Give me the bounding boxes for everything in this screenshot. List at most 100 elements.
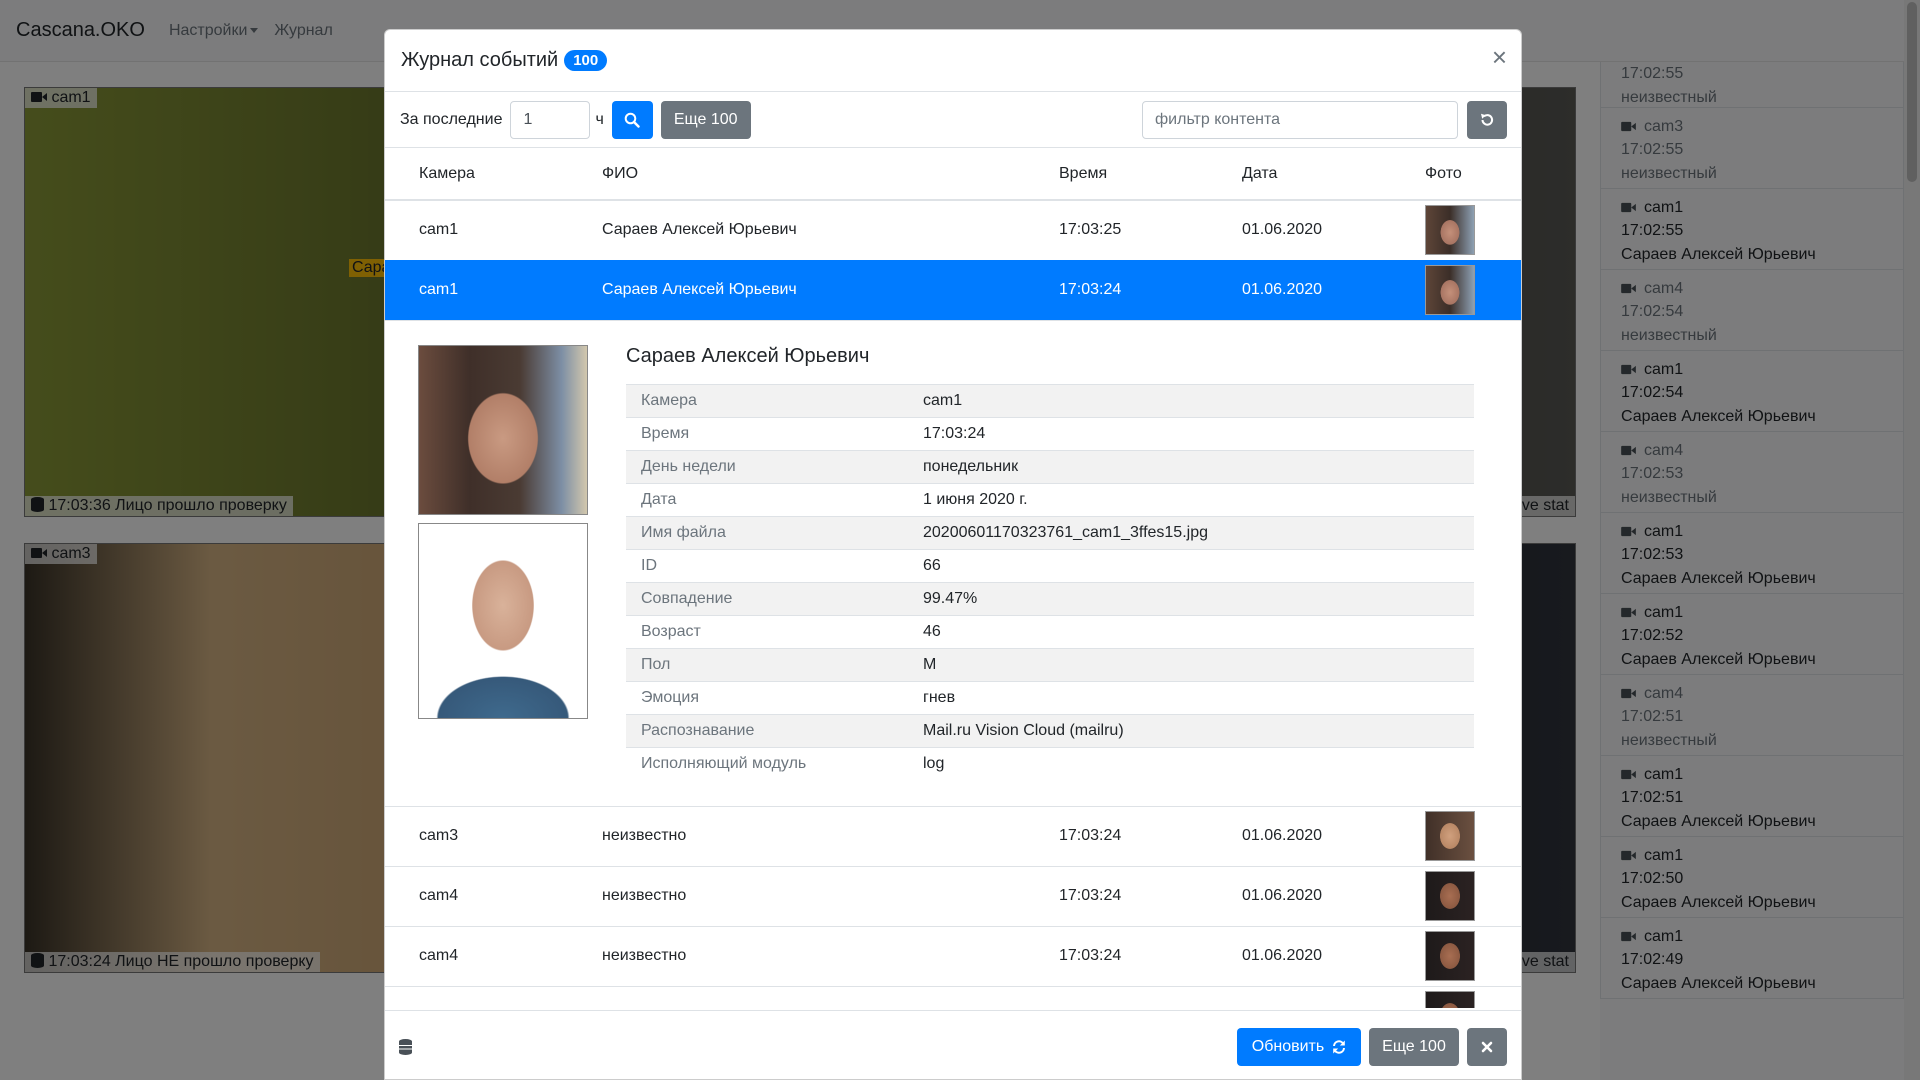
cell-camera: cam1 xyxy=(385,259,568,320)
column-fio[interactable]: ФИО xyxy=(568,148,1025,201)
face-thumbnail[interactable] xyxy=(1425,931,1475,981)
cell-photo xyxy=(1391,805,1521,866)
detail-key: Время xyxy=(626,416,908,450)
detail-value: cam1 xyxy=(908,383,1474,417)
detail-key: Исполняющий модуль xyxy=(626,746,908,780)
event-detail: Сараев Алексей Юрьевич Камера cam1 Время 17:… xyxy=(385,321,1521,806)
content-filter-input[interactable] xyxy=(1142,101,1458,139)
refresh-label: Обновить xyxy=(1251,1038,1325,1055)
table-row[interactable]: cam4неизвестно17:03:2301.06.2020 xyxy=(385,985,1521,1008)
cell-date: 01.06.2020 xyxy=(1208,199,1391,260)
detail-cell: Сараев Алексей Юрьевич Камера cam1 Время 17:… xyxy=(385,319,1521,806)
modal-toolbar: За последние 1 ч Еще 100 xyxy=(385,92,1521,148)
detail-person-name: Сараев Алексей Юрьевич xyxy=(626,344,870,367)
cell-photo xyxy=(1391,985,1521,1008)
modal-header: Журнал событий 100 × xyxy=(385,30,1521,92)
close-icon xyxy=(1481,1041,1493,1053)
events-table-wrap: Камера ФИО Время Дата Фото cam1 Сараев Ал… xyxy=(385,148,1521,1008)
column-camera[interactable]: Камера xyxy=(385,148,568,201)
cell-date: 01.06.2020 xyxy=(1208,259,1391,320)
detail-key: Имя файла xyxy=(626,515,908,549)
load-more-button[interactable]: Еще 100 xyxy=(660,100,751,139)
hours-input[interactable]: 1 xyxy=(510,100,591,139)
table-row[interactable]: cam3 неизвестно 17:03:24 01.06.2020 xyxy=(385,805,1521,866)
events-table: Камера ФИО Время Дата Фото cam1 Сараев Ал… xyxy=(385,148,1521,1008)
cell-time: 17:03:24 xyxy=(1025,925,1208,986)
reset-filter-button[interactable] xyxy=(1467,101,1507,139)
table-row[interactable]: cam4 неизвестно 17:03:24 01.06.2020 xyxy=(385,865,1521,926)
detail-field: День недели понедельник xyxy=(626,449,1474,483)
detail-value: 46 xyxy=(908,614,1474,648)
detail-value: log xyxy=(908,746,1474,780)
cell-camera: cam1 xyxy=(385,199,568,260)
detail-field: Распознавание Mail.ru Vision Cloud (mailr… xyxy=(626,713,1474,747)
detail-key: ID xyxy=(626,548,908,582)
detail-field: Пол M xyxy=(626,647,1474,681)
cell-time: 17:03:23 xyxy=(1025,985,1208,1008)
cell-date: 01.06.2020 xyxy=(1208,805,1391,866)
cell-photo xyxy=(1391,925,1521,986)
close-icon[interactable]: × xyxy=(1492,44,1507,70)
detail-value: 99.47% xyxy=(908,581,1474,615)
face-thumbnail[interactable] xyxy=(1425,991,1475,1008)
detail-key: Совпадение xyxy=(626,581,908,615)
cell-time: 17:03:24 xyxy=(1025,865,1208,926)
period-label: За последние xyxy=(400,110,503,128)
detail-value: 1 июня 2020 г. xyxy=(908,482,1474,516)
cell-fio: неизвестно xyxy=(568,805,1025,866)
reference-face-photo[interactable] xyxy=(418,522,588,719)
events-table-body: cam1 Сараев Алексей Юрьевич 17:03:25 01.06.… xyxy=(385,199,1521,1008)
captured-face-photo[interactable] xyxy=(418,344,588,515)
table-row[interactable]: cam4 неизвестно 17:03:24 01.06.2020 xyxy=(385,925,1521,986)
cell-date: 01.06.2020 xyxy=(1208,865,1391,926)
cell-fio: неизвестно xyxy=(568,925,1025,986)
cell-time: 17:03:25 xyxy=(1025,199,1208,260)
cell-time: 17:03:24 xyxy=(1025,259,1208,320)
cell-fio: Сараев Алексей Юрьевич xyxy=(568,199,1025,260)
cell-time: 17:03:24 xyxy=(1025,805,1208,866)
load-more-footer-button[interactable]: Еще 100 xyxy=(1369,1028,1459,1066)
count-badge: 100 xyxy=(564,50,608,71)
cell-camera: cam4 xyxy=(385,985,568,1008)
face-thumbnail[interactable] xyxy=(1425,205,1475,256)
detail-key: День недели xyxy=(626,449,908,483)
column-photo: Фото xyxy=(1391,148,1521,201)
detail-value: понедельник xyxy=(908,449,1474,483)
cell-photo xyxy=(1391,199,1521,260)
cell-photo xyxy=(1391,865,1521,926)
cell-fio: неизвестно xyxy=(568,865,1025,926)
column-time[interactable]: Время xyxy=(1025,148,1208,201)
face-thumbnail[interactable] xyxy=(1425,871,1475,921)
detail-field: Исполняющий модуль log xyxy=(626,746,1474,780)
detail-key: Эмоция xyxy=(626,680,908,714)
table-header-row: Камера ФИО Время Дата Фото xyxy=(385,148,1521,201)
table-row[interactable]: cam1 Сараев Алексей Юрьевич 17:03:25 01.06.… xyxy=(385,199,1521,260)
column-date[interactable]: Дата xyxy=(1208,148,1391,201)
detail-table: Камера cam1 Время 17:03:24 День недели понеде… xyxy=(626,383,1474,780)
detail-field: Возраст 46 xyxy=(626,614,1474,648)
detail-key: Возраст xyxy=(626,614,908,648)
detail-key: Камера xyxy=(626,383,908,417)
cell-photo xyxy=(1391,259,1521,320)
table-row[interactable]: cam1 Сараев Алексей Юрьевич 17:03:24 01.06.… xyxy=(385,259,1521,320)
hours-unit: ч xyxy=(595,110,604,128)
detail-field: Совпадение 99.47% xyxy=(626,581,1474,615)
detail-field: Эмоция гнев xyxy=(626,680,1474,714)
search-icon xyxy=(625,112,641,128)
close-modal-button[interactable] xyxy=(1467,1028,1507,1066)
modal-title: Журнал событий xyxy=(401,49,559,71)
cell-fio: Сараев Алексей Юрьевич xyxy=(568,259,1025,320)
event-journal-modal: Журнал событий 100 × За последние 1 ч Ещ… xyxy=(384,29,1522,1080)
detail-row: Сараев Алексей Юрьевич Камера cam1 Время 17:… xyxy=(385,319,1521,806)
cell-camera: cam3 xyxy=(385,805,568,866)
face-thumbnail[interactable] xyxy=(1425,265,1475,315)
face-thumbnail[interactable] xyxy=(1425,811,1475,861)
cell-camera: cam4 xyxy=(385,865,568,926)
search-button[interactable] xyxy=(611,100,653,139)
detail-field: ID 66 xyxy=(626,548,1474,582)
detail-field: Время 17:03:24 xyxy=(626,416,1474,450)
undo-icon xyxy=(1481,113,1494,126)
refresh-icon xyxy=(1333,1040,1346,1054)
detail-value: M xyxy=(908,647,1474,681)
refresh-button[interactable]: Обновить xyxy=(1237,1028,1361,1066)
